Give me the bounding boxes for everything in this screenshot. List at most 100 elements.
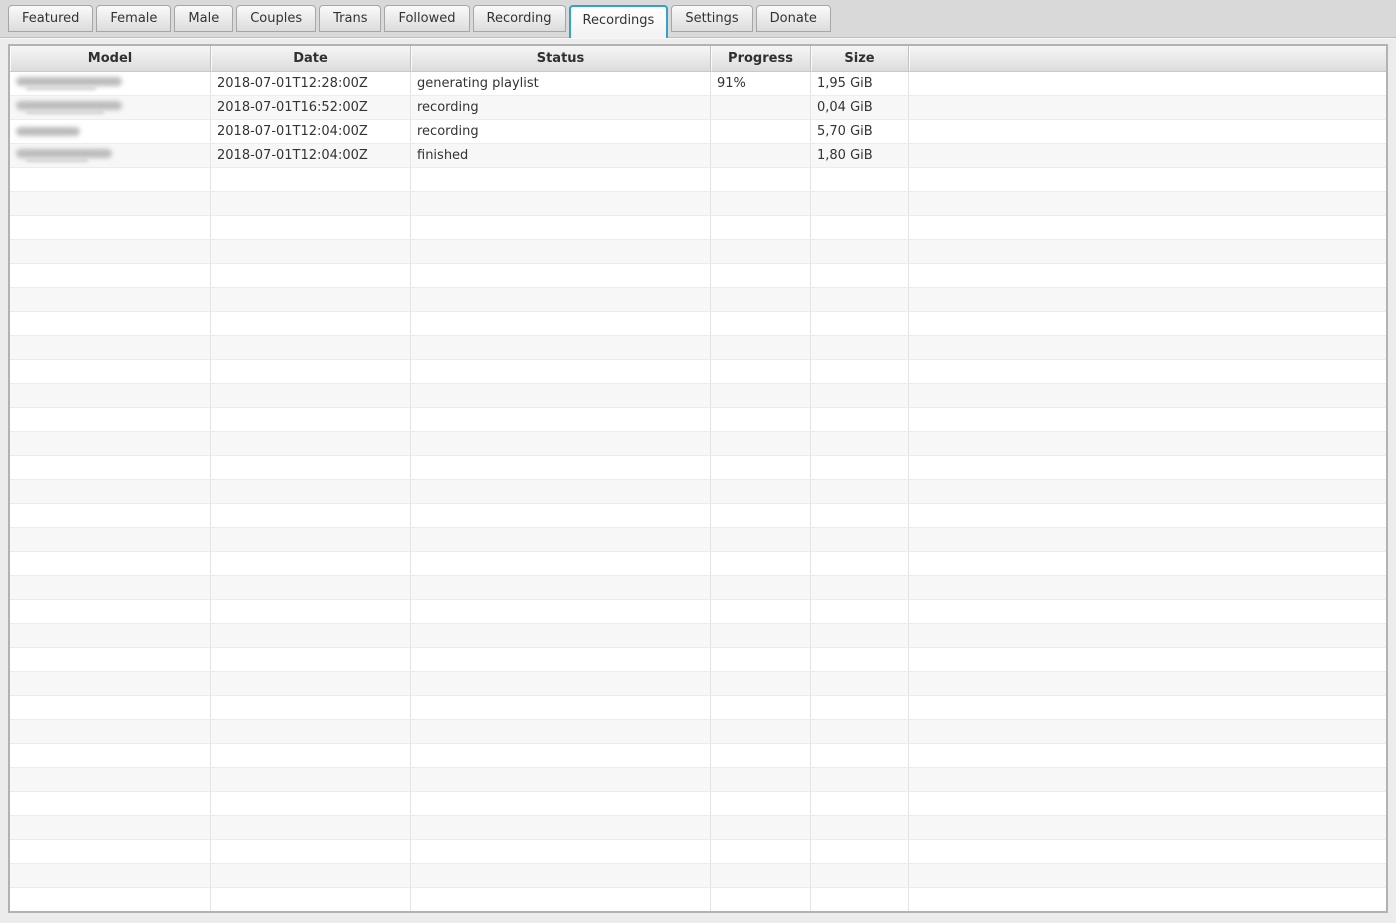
cell-filler (909, 456, 1386, 479)
table-row-empty (10, 672, 1386, 696)
tab-trans[interactable]: Trans (319, 5, 381, 32)
cell-model (10, 336, 211, 359)
cell-status (411, 384, 711, 407)
cell-date (211, 768, 411, 791)
cell-size (811, 480, 909, 503)
cell-size (811, 576, 909, 599)
table-row[interactable]: 2018-07-01T12:28:00Zgenerating playlist9… (10, 72, 1386, 96)
recordings-table: ModelDateStatusProgressSize 2018-07-01T1… (8, 44, 1388, 913)
cell-status (411, 288, 711, 311)
cell-progress (711, 744, 811, 767)
column-header-filler[interactable] (909, 46, 1386, 71)
cell-date (211, 240, 411, 263)
cell-filler (909, 552, 1386, 575)
cell-model (10, 312, 211, 335)
cell-filler (909, 528, 1386, 551)
cell-status (411, 312, 711, 335)
cell-model (10, 576, 211, 599)
cell-filler (909, 288, 1386, 311)
tab-featured[interactable]: Featured (8, 5, 93, 32)
cell-progress (711, 864, 811, 887)
table-row-empty (10, 288, 1386, 312)
column-header-size[interactable]: Size (811, 46, 909, 71)
tab-female[interactable]: Female (96, 5, 171, 32)
table-row-empty (10, 600, 1386, 624)
cell-size (811, 456, 909, 479)
column-header-progress[interactable]: Progress (711, 46, 811, 71)
column-header-model[interactable]: Model (10, 46, 211, 71)
tab-settings[interactable]: Settings (671, 5, 752, 32)
cell-filler (909, 672, 1386, 695)
cell-progress (711, 312, 811, 335)
cell-progress (711, 552, 811, 575)
cell-status (411, 864, 711, 887)
cell-date (211, 864, 411, 887)
cell-model (10, 696, 211, 719)
cell-date (211, 288, 411, 311)
cell-status (411, 792, 711, 815)
cell-progress (711, 528, 811, 551)
table-row-empty (10, 624, 1386, 648)
cell-model (10, 552, 211, 575)
cell-status (411, 720, 711, 743)
cell-filler (909, 360, 1386, 383)
cell-progress (711, 840, 811, 863)
cell-model (10, 504, 211, 527)
cell-filler (909, 240, 1386, 263)
tab-recording[interactable]: Recording (473, 5, 566, 32)
tab-donate[interactable]: Donate (756, 5, 831, 32)
table-row[interactable]: 2018-07-01T12:04:00Zfinished1,80 GiB (10, 144, 1386, 168)
cell-filler (909, 792, 1386, 815)
cell-filler (909, 432, 1386, 455)
cell-progress (711, 816, 811, 839)
cell-date: 2018-07-01T16:52:00Z (211, 96, 411, 119)
cell-model (10, 720, 211, 743)
cell-status (411, 648, 711, 671)
cell-status: finished (411, 144, 711, 167)
column-header-status[interactable]: Status (411, 46, 711, 71)
cell-status (411, 672, 711, 695)
cell-status (411, 504, 711, 527)
cell-model (10, 288, 211, 311)
cell-size: 5,70 GiB (811, 120, 909, 143)
cell-model (10, 240, 211, 263)
cell-date (211, 600, 411, 623)
tab-recordings[interactable]: Recordings (569, 5, 669, 38)
cell-date (211, 456, 411, 479)
tab-couples[interactable]: Couples (236, 5, 316, 32)
cell-model (10, 816, 211, 839)
cell-filler (909, 312, 1386, 335)
cell-date (211, 336, 411, 359)
cell-filler (909, 336, 1386, 359)
table-row[interactable]: 2018-07-01T12:04:00Zrecording5,70 GiB (10, 120, 1386, 144)
cell-size (811, 888, 909, 911)
column-header-date[interactable]: Date (211, 46, 411, 71)
cell-progress (711, 240, 811, 263)
tab-followed[interactable]: Followed (384, 5, 469, 32)
cell-filler (909, 744, 1386, 767)
tab-male[interactable]: Male (174, 5, 233, 32)
cell-status (411, 456, 711, 479)
cell-size (811, 552, 909, 575)
cell-status: recording (411, 96, 711, 119)
table-row[interactable]: 2018-07-01T16:52:00Zrecording0,04 GiB (10, 96, 1386, 120)
cell-model (10, 648, 211, 671)
cell-model (10, 144, 211, 167)
table-row-empty (10, 720, 1386, 744)
cell-size (811, 840, 909, 863)
cell-filler (909, 840, 1386, 863)
cell-date (211, 696, 411, 719)
cell-progress (711, 432, 811, 455)
cell-size (811, 216, 909, 239)
cell-filler (909, 384, 1386, 407)
cell-status (411, 576, 711, 599)
cell-status: generating playlist (411, 72, 711, 95)
cell-status (411, 168, 711, 191)
cell-date (211, 888, 411, 911)
cell-progress (711, 792, 811, 815)
cell-date (211, 264, 411, 287)
cell-date (211, 168, 411, 191)
cell-progress (711, 888, 811, 911)
cell-filler (909, 96, 1386, 119)
cell-size (811, 624, 909, 647)
